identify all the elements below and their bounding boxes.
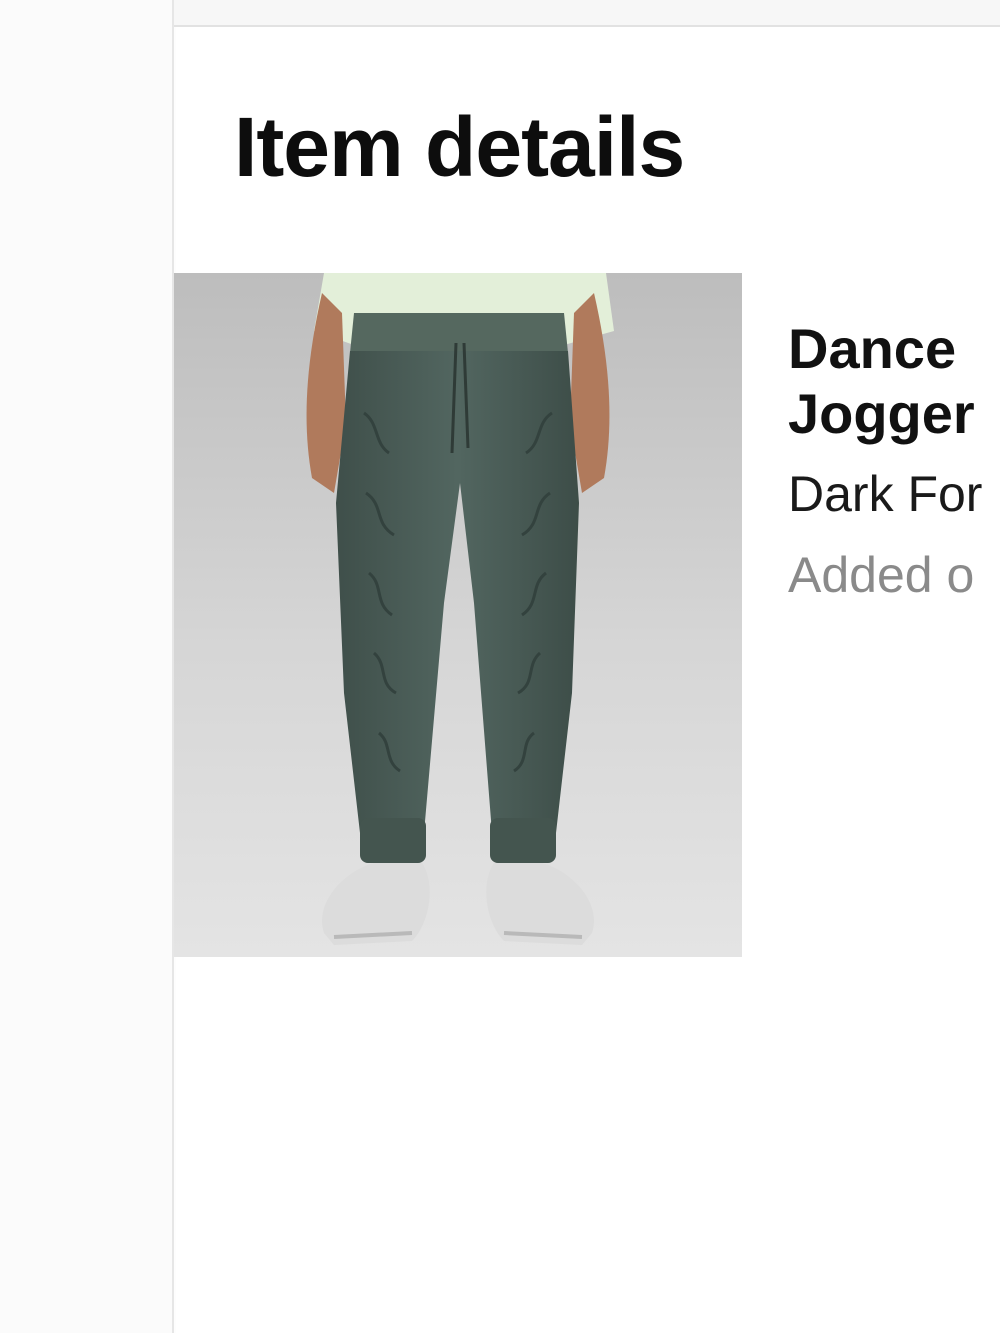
product-info: Dance Jogger Dark For Added o (788, 317, 1000, 603)
product-color: Dark For (788, 465, 983, 522)
page-title: Item details (234, 100, 685, 194)
product-name-line1: Dance (788, 317, 957, 380)
added-date-text: Added o (788, 546, 975, 603)
product-image[interactable] (174, 273, 742, 957)
product-name[interactable]: Dance Jogger (788, 317, 1000, 447)
product-name-line2: Jogger (788, 381, 975, 445)
jogger-pants-photo (174, 273, 742, 957)
left-sidebar-gutter (0, 0, 174, 1333)
item-details-panel: Item details Dance Jogger Dark For Added… (174, 27, 1000, 1333)
top-bar (174, 0, 1000, 27)
